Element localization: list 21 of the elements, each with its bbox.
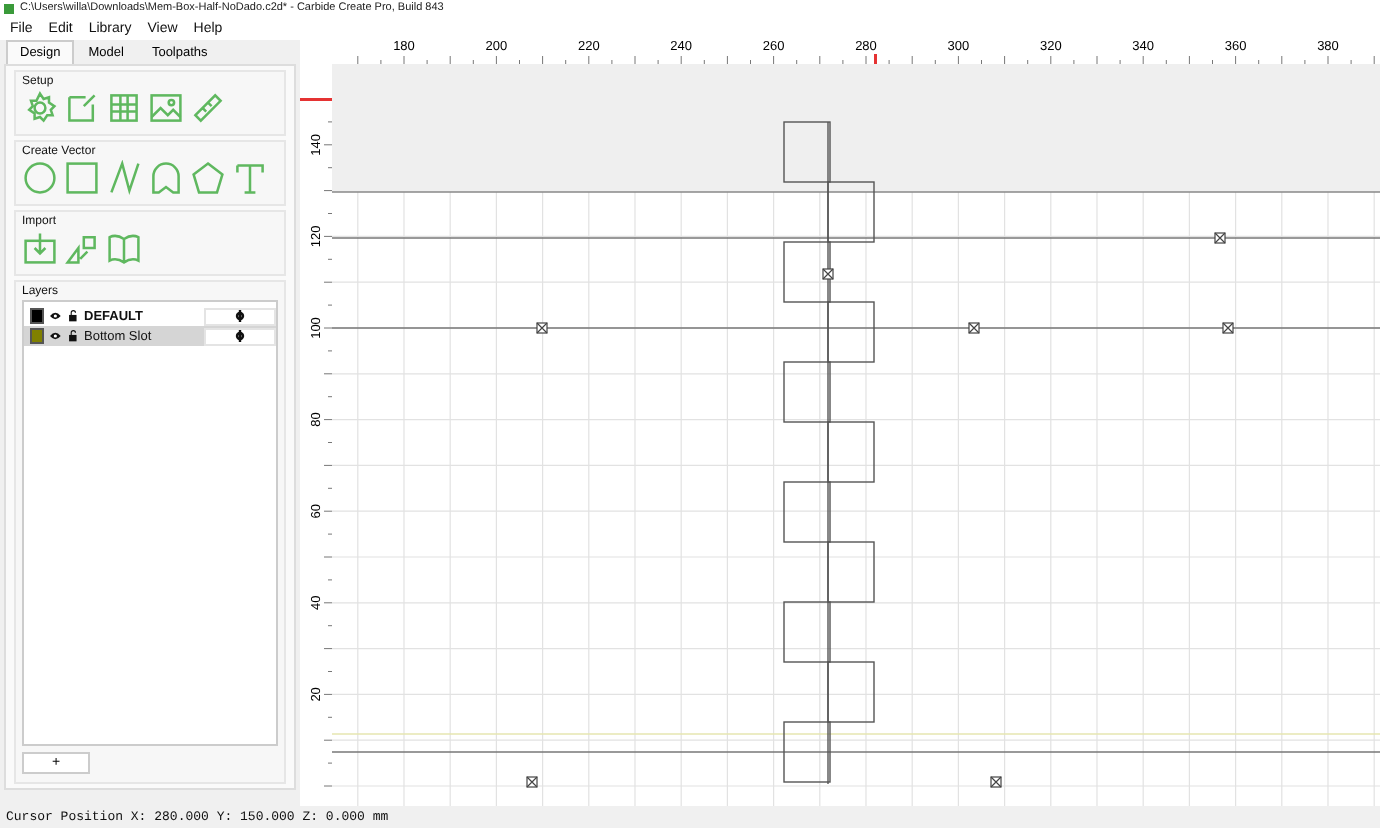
layer-color-swatch[interactable] — [30, 328, 45, 344]
layer-color-swatch[interactable] — [30, 308, 45, 324]
layer-settings-button[interactable] — [204, 327, 276, 345]
anchor-icon[interactable] — [990, 776, 1002, 788]
lock-icon[interactable] — [67, 330, 79, 342]
anchor-icon[interactable] — [1214, 232, 1226, 244]
lock-icon[interactable] — [67, 310, 79, 322]
gear-icon[interactable] — [234, 310, 247, 322]
cursor-marker — [874, 54, 877, 64]
eye-icon[interactable] — [50, 310, 62, 322]
slot-outline-drawing[interactable] — [783, 121, 875, 785]
anchor-icon[interactable] — [1222, 322, 1234, 334]
gear-icon[interactable] — [234, 330, 247, 342]
layer-settings-button[interactable] — [204, 307, 276, 325]
cursor-marker — [300, 98, 332, 101]
anchor-icon[interactable] — [822, 268, 834, 280]
anchor-icon[interactable] — [968, 322, 980, 334]
anchor-icon[interactable] — [526, 776, 538, 788]
eye-icon[interactable] — [50, 330, 62, 342]
app-icon — [4, 3, 14, 13]
anchor-icon[interactable] — [536, 322, 548, 334]
